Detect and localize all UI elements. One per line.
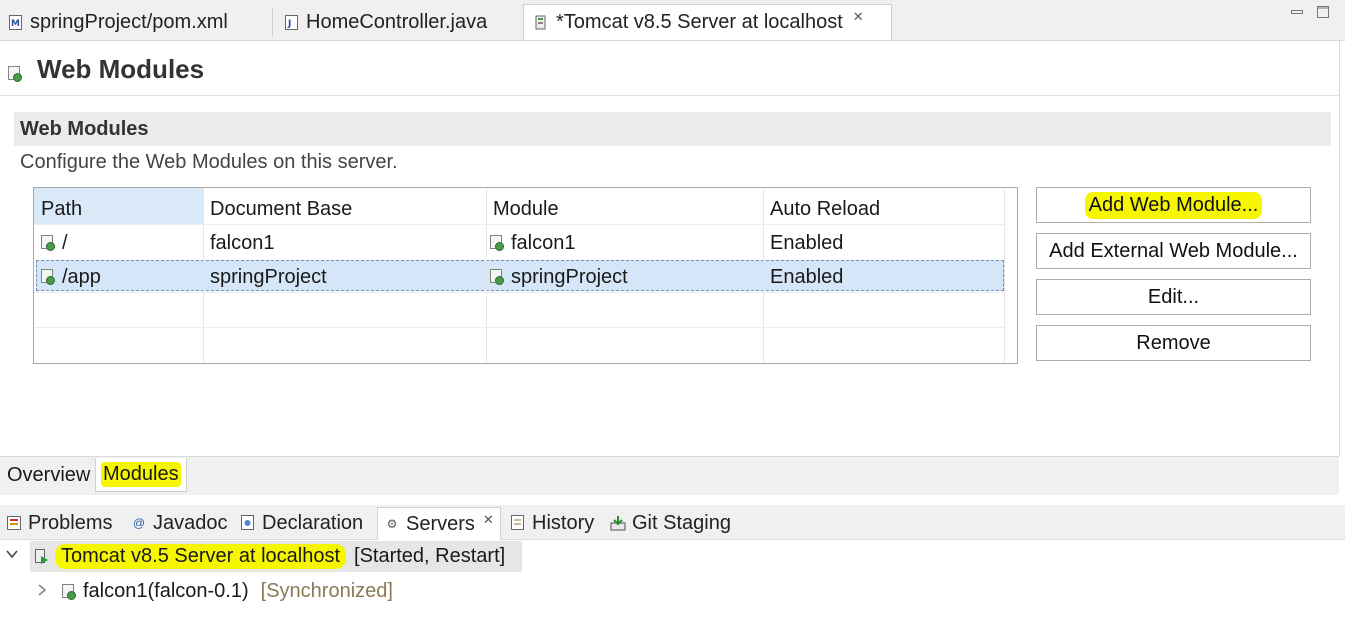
tab-label: Problems	[28, 511, 113, 534]
tab-label: Servers	[406, 512, 475, 535]
tab-problems[interactable]: Problems	[6, 507, 112, 539]
tab-label: *Tomcat v8.5 Server at localhost	[556, 11, 843, 33]
tab-label: History	[532, 511, 595, 534]
cell-auto-reload: Enabled	[770, 231, 844, 254]
module-tree-node[interactable]: falcon1(falcon-0.1) [Synchronized]	[62, 576, 393, 607]
row-divider	[34, 292, 1005, 293]
close-icon[interactable]: ✕	[483, 512, 494, 528]
column-header-module[interactable]: Module	[493, 194, 559, 224]
cell-auto-reload: Enabled	[770, 265, 844, 288]
column-divider	[203, 188, 204, 363]
cell-module: falcon1	[490, 228, 576, 258]
column-header-path[interactable]: Path	[41, 194, 82, 224]
web-module-icon	[490, 235, 504, 251]
servers-icon: ⚙	[386, 517, 398, 531]
column-divider	[763, 188, 764, 363]
server-icon	[534, 15, 548, 31]
tab-pom-xml[interactable]: M springProject/pom.xml	[8, 4, 228, 40]
chevron-right-icon[interactable]	[36, 583, 48, 600]
problems-icon	[6, 515, 22, 531]
add-external-web-module-button[interactable]: Add External Web Module...	[1036, 233, 1311, 269]
tab-declaration[interactable]: Declaration	[240, 507, 363, 539]
tab-servers[interactable]: ⚙ Servers ✕	[377, 507, 501, 540]
web-module-icon	[62, 583, 76, 600]
column-header-auto-reload[interactable]: Auto Reload	[770, 194, 880, 224]
table-row[interactable]: /app	[41, 262, 101, 292]
server-tree-node[interactable]: Tomcat v8.5 Server at localhost [Started…	[35, 541, 505, 572]
minimize-icon[interactable]	[1291, 6, 1303, 16]
cell-module-label: falcon1	[511, 231, 576, 254]
server-name: Tomcat v8.5 Server at localhost	[55, 544, 347, 569]
table-row[interactable]: /	[41, 228, 68, 258]
tab-tomcat-server[interactable]: *Tomcat v8.5 Server at localhost ✕	[523, 4, 892, 40]
edit-button[interactable]: Edit...	[1036, 279, 1311, 315]
maximize-icon[interactable]	[1317, 6, 1329, 18]
column-divider	[486, 188, 487, 363]
module-status: [Synchronized]	[260, 580, 393, 602]
tab-divider	[272, 8, 273, 36]
tab-label: springProject/pom.xml	[30, 10, 228, 33]
close-icon[interactable]: ✕	[853, 9, 864, 25]
history-icon	[510, 515, 526, 531]
web-modules-icon	[8, 65, 22, 82]
editor-page-tabs	[0, 456, 1339, 495]
svg-text:M: M	[11, 19, 20, 29]
cell-document-base: falcon1	[210, 231, 275, 254]
module-name: falcon1(falcon-0.1)	[83, 580, 249, 602]
row-divider	[34, 224, 1005, 225]
tab-modules[interactable]: Modules	[95, 458, 187, 492]
cell-module: springProject	[490, 262, 628, 292]
column-header-document-base[interactable]: Document Base	[210, 194, 352, 224]
server-status: [Started, Restart]	[354, 545, 506, 567]
column-divider	[1004, 188, 1005, 363]
web-module-icon	[41, 235, 55, 251]
declaration-icon	[240, 515, 256, 531]
tab-history[interactable]: History	[510, 507, 594, 539]
page-header: Web Modules	[8, 54, 204, 85]
java-file-icon: J	[284, 14, 298, 30]
tab-overview[interactable]: Overview	[2, 458, 95, 492]
divider	[0, 95, 1339, 96]
server-started-icon	[35, 548, 49, 565]
section-header	[14, 112, 1331, 146]
cell-path: /app	[62, 265, 101, 288]
cell-path: /	[62, 231, 68, 254]
chevron-down-icon[interactable]	[6, 547, 18, 563]
web-module-icon	[490, 269, 504, 285]
tab-label: HomeController.java	[306, 10, 488, 33]
tab-javadoc[interactable]: @ Javadoc	[131, 507, 228, 539]
web-modules-table[interactable]: Path Document Base Module Auto Reload / …	[33, 187, 1018, 364]
page-title: Web Modules	[37, 54, 205, 84]
svg-text:J: J	[287, 19, 291, 29]
javadoc-icon: @	[132, 516, 146, 530]
tab-label: Declaration	[262, 511, 364, 534]
tab-label: Javadoc	[153, 511, 228, 534]
web-module-icon	[41, 269, 55, 285]
cell-document-base: springProject	[210, 265, 327, 288]
section-description: Configure the Web Modules on this server…	[20, 151, 398, 173]
git-staging-icon	[610, 515, 626, 531]
tab-label: Git Staging	[632, 511, 731, 534]
row-divider	[34, 327, 1005, 328]
add-web-module-label: Add Web Module...	[1084, 191, 1263, 219]
tab-home-controller[interactable]: J HomeController.java	[284, 4, 487, 40]
add-web-module-button[interactable]: Add Web Module...	[1036, 187, 1311, 223]
cell-module-label: springProject	[511, 265, 628, 288]
tab-modules-label: Modules	[101, 462, 181, 487]
section-title: Web Modules	[20, 118, 149, 140]
remove-button[interactable]: Remove	[1036, 325, 1311, 361]
tab-git-staging[interactable]: Git Staging	[610, 507, 731, 539]
maven-file-icon: M	[8, 14, 22, 30]
